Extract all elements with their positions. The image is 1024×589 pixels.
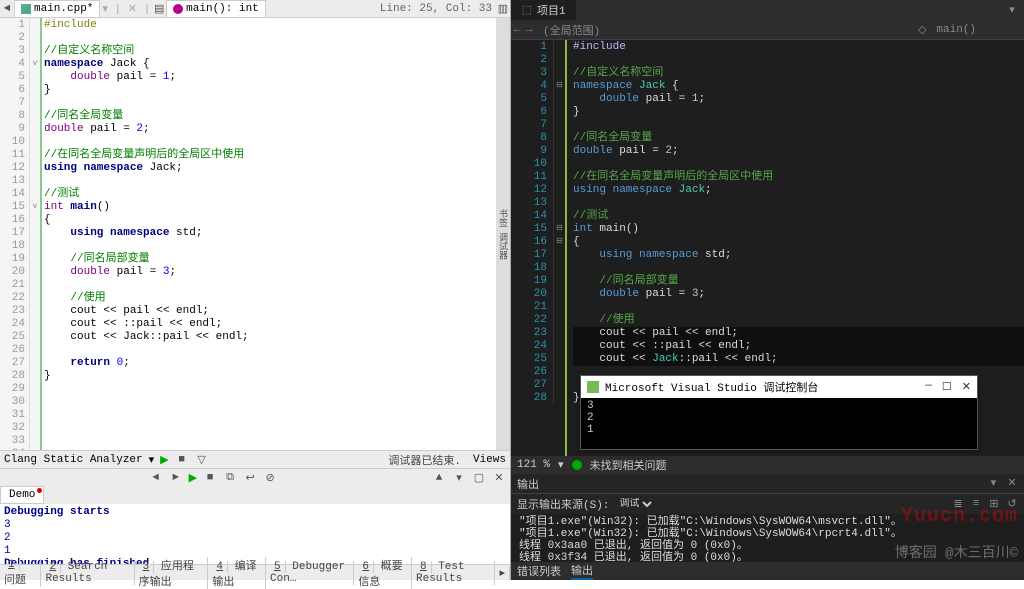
analyzer-label: Clang Static Analyzer xyxy=(4,454,143,466)
up-icon[interactable]: ▲ xyxy=(432,471,446,485)
zoom-level[interactable]: 121 % xyxy=(517,459,550,471)
tab-sep: ▾ | ✕ | xyxy=(102,2,150,16)
debug-console-window[interactable]: Microsoft Visual Studio 调试控制台 — ☐ ✕ 321 xyxy=(580,375,978,450)
back-icon[interactable]: ◄ xyxy=(149,471,163,485)
func-tab-label: main(): int xyxy=(186,3,259,15)
output-toolbar: Clang Static Analyzer ◄ ► ▶ ■ ⧉ ↩ ⊘ ▲ ▾ … xyxy=(0,468,510,486)
output-title: 输出 xyxy=(517,476,539,492)
scope-selector[interactable]: (全局范围) xyxy=(535,22,608,38)
wrap-icon[interactable]: ↩ xyxy=(243,471,257,485)
pin-icon[interactable]: ▾ xyxy=(987,477,999,489)
analyzer-dropdown-icon[interactable]: ▾ xyxy=(149,453,155,467)
output-source-label: 显示输出来源(S): xyxy=(517,496,609,512)
bottom-tab[interactable]: 5 Debugger Con… xyxy=(266,561,354,585)
stop2-icon[interactable]: ■ xyxy=(203,471,217,485)
maximize-icon[interactable]: ☐ xyxy=(942,380,952,394)
right-tabbar: ⬚ 项目1 ▾ xyxy=(511,0,1024,20)
analyzer-bar: Clang Static Analyzer ▾ ▶ ■ ▽ 调试器已结束. Vi… xyxy=(0,450,510,468)
file-tab-label: main.cpp* xyxy=(34,3,93,15)
fwd-icon[interactable]: ► xyxy=(169,471,183,485)
more-icon[interactable]: ▸ xyxy=(495,566,510,580)
views-label[interactable]: Views xyxy=(473,454,506,466)
issues-text: 未找到相关问题 xyxy=(590,457,667,473)
zoom-dropdown-icon[interactable]: ▾ xyxy=(558,458,564,472)
output-header: 输出 ▾ ✕ xyxy=(511,474,1024,494)
output-tabs: Demo xyxy=(0,486,510,504)
visualstudio-pane: ⬚ 项目1 ▾ ← → (全局范围) ◇ main() 123456789101… xyxy=(511,0,1024,580)
split-h-icon[interactable]: ▥ xyxy=(496,2,510,16)
function-icon xyxy=(173,4,183,14)
errlist-tab[interactable]: 错误列表 xyxy=(517,563,561,579)
settings-icon[interactable]: ▾ xyxy=(452,471,466,485)
vs-icon xyxy=(587,381,599,393)
minimize-icon[interactable]: — xyxy=(925,380,932,394)
attach-icon[interactable]: ⧉ xyxy=(223,471,237,485)
line-col-indicator: Line: 25, Col: 33 xyxy=(380,3,492,15)
watermark: Yuucn.com xyxy=(901,505,1018,528)
watermark2: 博客园 @木三百川© xyxy=(895,542,1018,562)
stop-icon[interactable]: ■ xyxy=(175,453,189,467)
cpp-tab-icon: ⬚ xyxy=(521,4,533,16)
nav-back-icon[interactable]: ← xyxy=(511,24,523,36)
bottom-tab[interactable]: 6 概要信息 xyxy=(354,557,412,589)
run-icon[interactable]: ▶ xyxy=(189,471,197,485)
right-bottom-tabs: 错误列表 输出 xyxy=(511,562,1024,580)
left-fold-column[interactable]: vv xyxy=(30,18,40,450)
console-body[interactable]: 321 xyxy=(581,398,977,438)
func-tab[interactable]: main(): int xyxy=(166,0,266,17)
console-titlebar[interactable]: Microsoft Visual Studio 调试控制台 — ☐ ✕ xyxy=(581,376,977,398)
file-tab[interactable]: main.cpp* xyxy=(14,0,100,17)
right-statusbar: 121 % ▾ 未找到相关问题 xyxy=(511,456,1024,474)
project-tab[interactable]: ⬚ 项目1 xyxy=(511,0,576,21)
side-label[interactable]: 书签 调试器 xyxy=(496,18,510,450)
bottom-tab[interactable]: 2 Search Results xyxy=(41,561,134,585)
left-gutter: 1234567891011121314151617181920212223242… xyxy=(0,18,30,450)
filter-icon[interactable]: ▽ xyxy=(195,453,209,467)
left-editor[interactable]: 1234567891011121314151617181920212223242… xyxy=(0,18,510,450)
output-source-select[interactable]: 调试 xyxy=(615,498,655,511)
bottom-tabs: 1 问题2 Search Results3 应用程序输出4 编译输出5 Debu… xyxy=(0,564,510,580)
right-gutter: 1234567891011121314151617181920212223242… xyxy=(511,40,553,456)
console-title-text: Microsoft Visual Studio 调试控制台 xyxy=(605,379,818,395)
nav-left-icon[interactable]: ◄ xyxy=(0,2,14,16)
close-out-icon[interactable]: ✕ xyxy=(492,471,506,485)
bottom-tab[interactable]: 1 问题 xyxy=(0,559,41,587)
output-tab[interactable]: 输出 xyxy=(571,562,593,580)
bottom-tab[interactable]: 8 Test Results xyxy=(412,561,495,585)
split-icon[interactable]: ▤ xyxy=(152,2,166,16)
pin-icon[interactable]: ▢ xyxy=(472,471,486,485)
close-panel-icon[interactable]: ✕ xyxy=(1006,477,1018,489)
right-fold-column[interactable]: ⊟⊟⊟ xyxy=(553,40,565,456)
left-code-area[interactable]: #include //自定义名称空间namespace Jack { doubl… xyxy=(40,18,496,450)
left-tabbar: ◄ main.cpp* ▾ | ✕ | ▤ main(): int Line: … xyxy=(0,0,510,18)
right-navbar: ← → (全局范围) ◇ main() xyxy=(511,20,1024,40)
play-icon[interactable]: ▶ xyxy=(160,453,168,467)
output-area[interactable]: Debugging starts321Debugging has finishe… xyxy=(0,504,510,564)
no-issues-icon xyxy=(572,460,582,470)
cpp-file-icon xyxy=(21,4,31,14)
bottom-tab[interactable]: 4 编译输出 xyxy=(208,557,266,589)
bottom-tab[interactable]: 3 应用程序输出 xyxy=(135,557,209,589)
func-selector[interactable]: main() xyxy=(928,24,984,36)
clear-icon[interactable]: ⊘ xyxy=(263,471,277,485)
dropdown-icon[interactable]: ▾ xyxy=(1006,4,1018,16)
nav-fwd-icon[interactable]: → xyxy=(523,24,535,36)
debugger-status: 调试器已结束. xyxy=(388,452,461,468)
qtcreator-pane: ◄ main.cpp* ▾ | ✕ | ▤ main(): int Line: … xyxy=(0,0,511,580)
demo-tab[interactable]: Demo xyxy=(0,486,44,504)
func-nav-icon: ◇ xyxy=(916,24,928,36)
close-icon[interactable]: ✕ xyxy=(962,380,971,394)
